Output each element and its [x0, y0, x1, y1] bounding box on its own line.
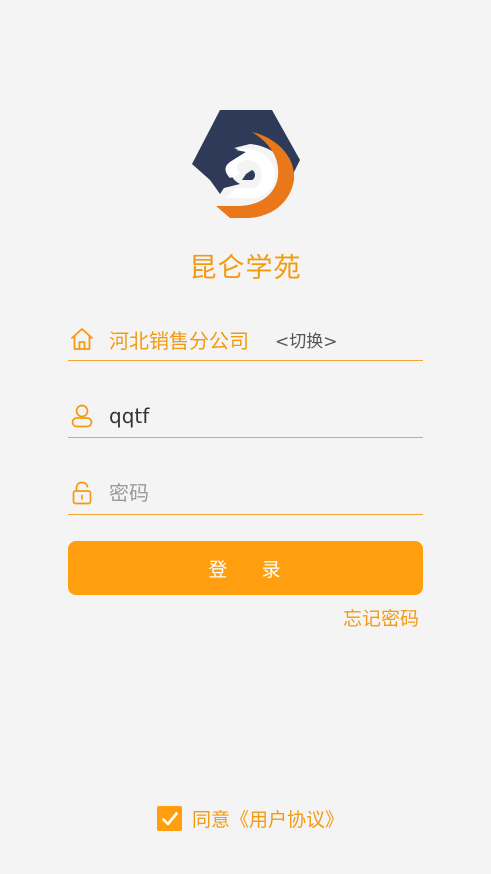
agreement-row: 同意《用户协议》	[157, 805, 344, 832]
password-input[interactable]	[109, 481, 389, 505]
forgot-password-link[interactable]: 忘记密码	[343, 604, 419, 631]
app-logo	[192, 110, 300, 218]
password-field[interactable]	[68, 472, 423, 515]
switch-company-link[interactable]: <切换>	[275, 327, 338, 352]
company-field[interactable]: 河北销售分公司 <切换>	[68, 318, 423, 361]
app-title: 昆仑学苑	[189, 253, 302, 284]
agreement-checkbox[interactable]	[157, 806, 182, 831]
user-icon	[69, 403, 95, 429]
check-icon	[161, 811, 178, 825]
company-name: 河北销售分公司	[109, 328, 249, 353]
user-agreement-link[interactable]: 同意《用户协议》	[192, 805, 344, 832]
login-button[interactable]: 登 录	[68, 541, 423, 595]
lock-icon	[69, 480, 95, 506]
username-value: qqtf	[109, 404, 150, 428]
home-icon	[69, 326, 95, 352]
username-field[interactable]: qqtf	[68, 395, 423, 438]
